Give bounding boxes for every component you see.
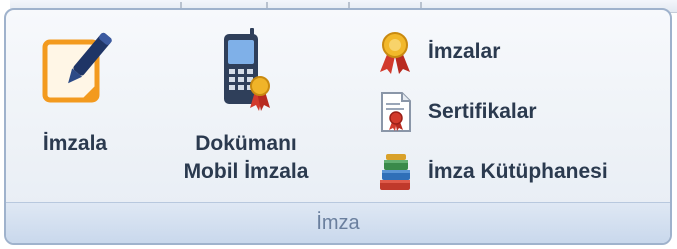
award-ribbon-icon bbox=[380, 32, 410, 74]
sign-pen-icon bbox=[42, 32, 112, 103]
imza-group: İmzala Dokümanı Mobil İmzala İmzalar Ser… bbox=[4, 8, 672, 245]
signature-library-button-label: İmza Kütüphanesi bbox=[428, 160, 608, 183]
signatures-button-label: İmzalar bbox=[428, 40, 501, 63]
certificate-document-icon bbox=[381, 92, 411, 132]
mobile-phone-icon bbox=[224, 28, 270, 111]
signatures-button[interactable]: İmzalar bbox=[376, 30, 500, 74]
ribbon-panel: İmzala Dokümanı Mobil İmzala İmzalar Ser… bbox=[0, 0, 677, 249]
sign-button-label: İmzala bbox=[42, 132, 108, 155]
mobile-sign-button-label-line2: Mobil İmzala bbox=[183, 160, 309, 183]
certificates-button[interactable]: Sertifikalar bbox=[376, 90, 537, 134]
mobile-sign-button-label-line1: Dokümanı bbox=[195, 132, 297, 155]
group-footer: İmza bbox=[6, 202, 670, 243]
sign-button[interactable]: İmzala bbox=[20, 30, 130, 158]
certificates-button-label: Sertifikalar bbox=[428, 100, 537, 123]
group-label: İmza bbox=[316, 211, 360, 234]
signature-library-button[interactable]: İmza Kütüphanesi bbox=[376, 150, 608, 194]
mobile-sign-button[interactable]: Dokümanı Mobil İmzala bbox=[156, 26, 336, 186]
books-icon bbox=[380, 154, 410, 190]
